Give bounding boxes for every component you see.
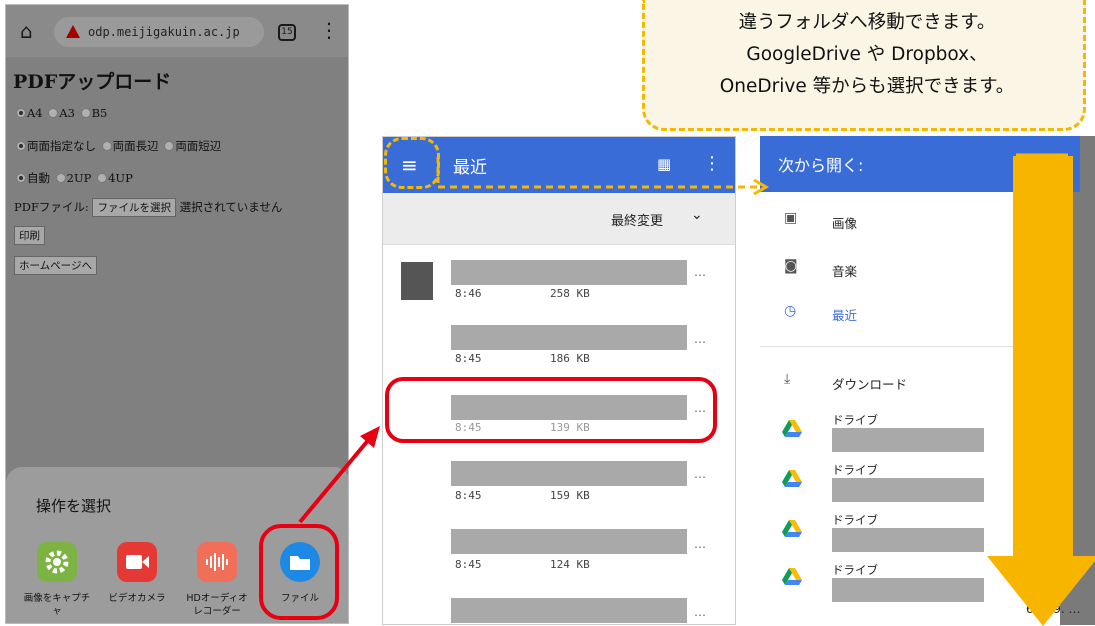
- scroll-down-arrow-head: [987, 556, 1095, 626]
- red-arrow-line: [298, 436, 372, 524]
- scroll-down-arrow-body: [1013, 156, 1073, 566]
- annotation-arrows: [298, 153, 1068, 524]
